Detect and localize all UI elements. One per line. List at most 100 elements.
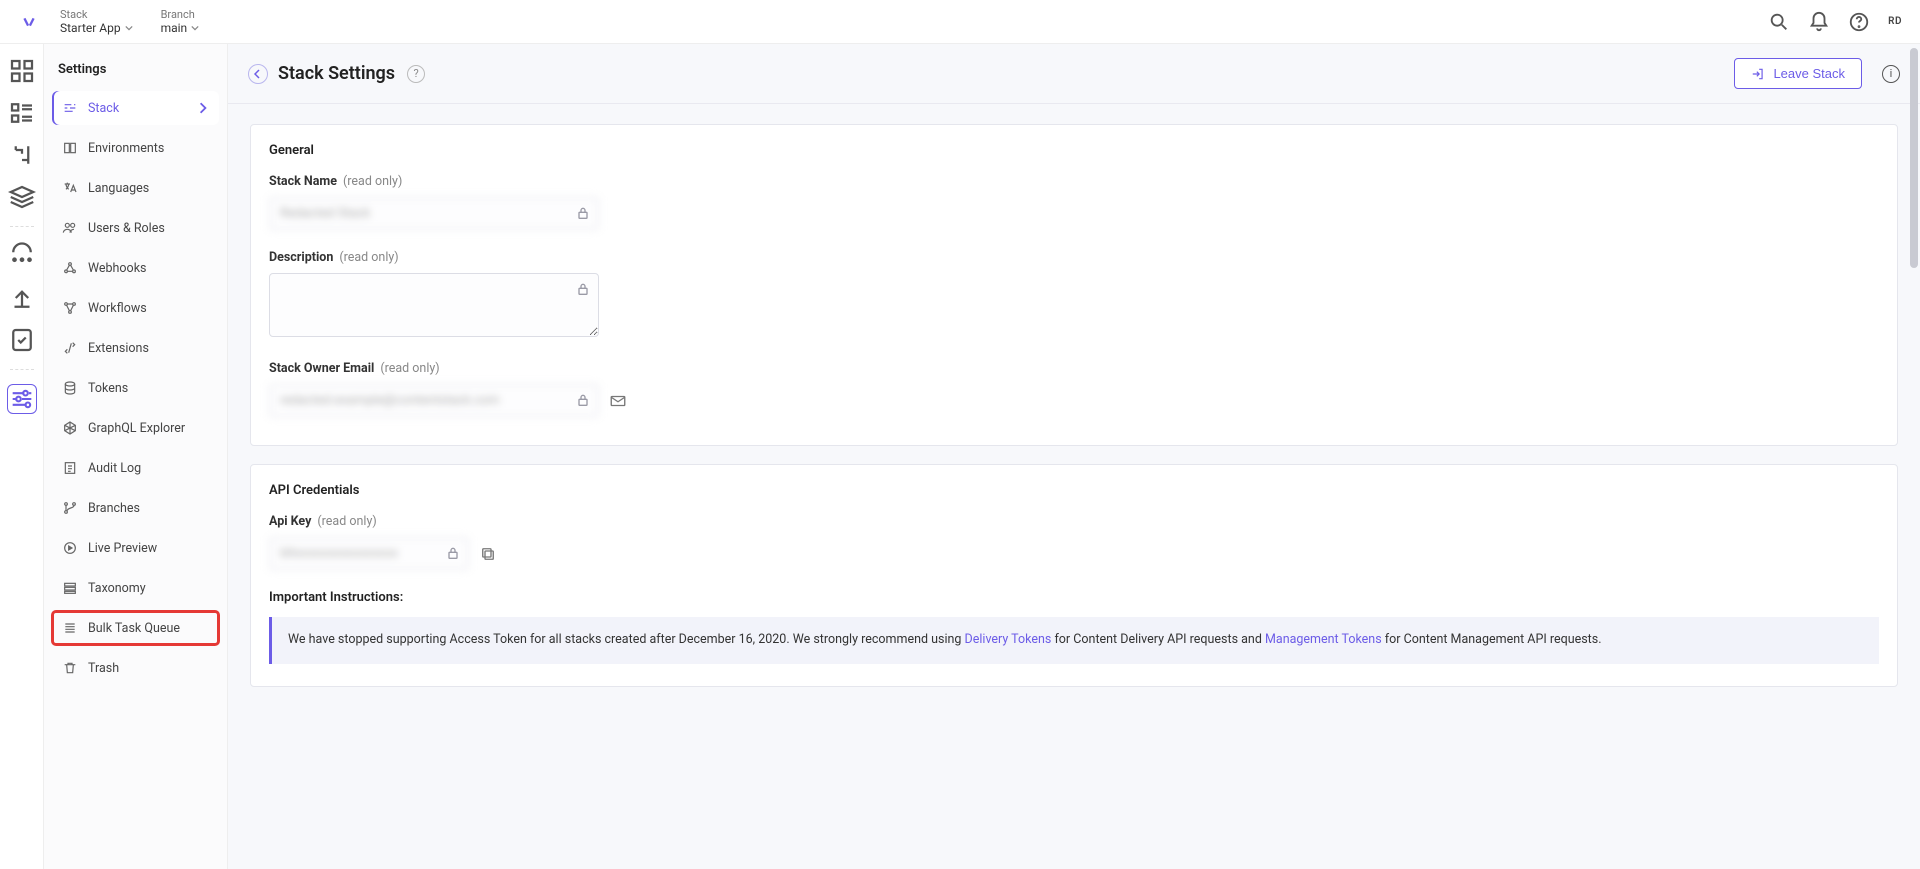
stack-icon bbox=[62, 100, 78, 116]
workflows-icon bbox=[62, 300, 78, 316]
copy-icon[interactable] bbox=[479, 545, 497, 563]
bulk-task-icon bbox=[62, 620, 78, 636]
trash-icon bbox=[62, 660, 78, 676]
help-icon[interactable] bbox=[1848, 11, 1870, 33]
sidebar-item-graphql[interactable]: GraphQL Explorer bbox=[52, 411, 219, 445]
scrollbar-thumb[interactable] bbox=[1910, 48, 1918, 268]
sidebar-item-label: Users & Roles bbox=[88, 221, 165, 236]
logo-icon[interactable] bbox=[18, 11, 40, 33]
rail-model-icon[interactable] bbox=[7, 140, 37, 170]
branch-value: main bbox=[161, 21, 188, 35]
webhooks-icon bbox=[62, 260, 78, 276]
rail-dashboard-icon[interactable] bbox=[7, 56, 37, 86]
sidebar-item-label: Audit Log bbox=[88, 461, 141, 476]
sidebar-item-label: Tokens bbox=[88, 381, 128, 396]
rail-tasks-icon[interactable] bbox=[7, 325, 37, 355]
readonly-tag: (read only) bbox=[339, 250, 398, 265]
readonly-tag: (read only) bbox=[380, 361, 439, 376]
description-input bbox=[269, 273, 599, 337]
sidebar-item-label: Stack bbox=[88, 101, 119, 116]
graphql-icon bbox=[62, 420, 78, 436]
sidebar-item-stack[interactable]: Stack bbox=[52, 91, 219, 125]
note-text-1: We have stopped supporting Access Token … bbox=[288, 632, 965, 647]
owner-email-label: Stack Owner Email bbox=[269, 361, 374, 376]
bell-icon[interactable] bbox=[1808, 11, 1830, 33]
instructions-title: Important Instructions: bbox=[255, 590, 1893, 617]
users-icon bbox=[62, 220, 78, 236]
sidebar-item-taxonomy[interactable]: Taxonomy bbox=[52, 571, 219, 605]
mail-icon[interactable] bbox=[609, 392, 627, 410]
branch-selector[interactable]: Branch main bbox=[161, 8, 200, 36]
sidebar-item-environments[interactable]: Environments bbox=[52, 131, 219, 165]
sidebar-item-label: Workflows bbox=[88, 301, 147, 316]
sidebar-item-label: Languages bbox=[88, 181, 149, 196]
stack-selector[interactable]: Stack Starter App bbox=[60, 8, 133, 36]
settings-sidebar: Settings Stack Environments Languages Us… bbox=[44, 44, 228, 869]
rail-settings-icon[interactable] bbox=[7, 384, 37, 414]
stack-name-input bbox=[269, 197, 599, 230]
leave-stack-button[interactable]: Leave Stack bbox=[1734, 58, 1862, 89]
owner-email-input bbox=[269, 384, 599, 417]
sidebar-item-label: Trash bbox=[88, 661, 119, 676]
api-key-input bbox=[269, 537, 469, 570]
chevron-down-icon bbox=[125, 24, 133, 32]
leave-stack-label: Leave Stack bbox=[1773, 66, 1845, 81]
main-area: Stack Settings ? Leave Stack i General S… bbox=[228, 44, 1920, 869]
languages-icon bbox=[62, 180, 78, 196]
sidebar-item-trash[interactable]: Trash bbox=[52, 651, 219, 685]
sidebar-item-label: Environments bbox=[88, 141, 164, 156]
api-key-label: Api Key bbox=[269, 514, 311, 529]
content-scroll[interactable]: General Stack Name(read only) Descriptio… bbox=[228, 104, 1920, 869]
audit-icon bbox=[62, 460, 78, 476]
back-button[interactable] bbox=[248, 64, 268, 84]
scrollbar-track bbox=[1908, 44, 1918, 869]
delivery-tokens-link[interactable]: Delivery Tokens bbox=[965, 632, 1052, 647]
sidebar-item-label: Webhooks bbox=[88, 261, 146, 276]
sidebar-item-workflows[interactable]: Workflows bbox=[52, 291, 219, 325]
stack-label: Stack bbox=[60, 8, 133, 21]
branches-icon bbox=[62, 500, 78, 516]
left-rail bbox=[0, 44, 44, 869]
sidebar-item-extensions[interactable]: Extensions bbox=[52, 331, 219, 365]
api-title: API Credentials bbox=[255, 483, 1893, 514]
extensions-icon bbox=[62, 340, 78, 356]
rail-entries-icon[interactable] bbox=[7, 98, 37, 128]
lock-icon bbox=[575, 281, 591, 297]
page-title: Stack Settings bbox=[278, 63, 395, 84]
readonly-tag: (read only) bbox=[343, 174, 402, 189]
rail-releases-icon[interactable] bbox=[7, 241, 37, 271]
settings-title: Settings bbox=[44, 44, 227, 91]
environments-icon bbox=[62, 140, 78, 156]
main-header: Stack Settings ? Leave Stack i bbox=[228, 44, 1920, 104]
description-label: Description bbox=[269, 250, 333, 265]
sidebar-item-bulk-task-queue[interactable]: Bulk Task Queue bbox=[52, 611, 219, 645]
sidebar-item-webhooks[interactable]: Webhooks bbox=[52, 251, 219, 285]
general-card: General Stack Name(read only) Descriptio… bbox=[250, 124, 1898, 446]
sidebar-item-audit-log[interactable]: Audit Log bbox=[52, 451, 219, 485]
sidebar-item-live-preview[interactable]: Live Preview bbox=[52, 531, 219, 565]
avatar[interactable]: RD bbox=[1888, 16, 1902, 27]
rail-publish-icon[interactable] bbox=[7, 283, 37, 313]
info-icon[interactable]: i bbox=[1882, 65, 1900, 83]
chevron-down-icon bbox=[191, 24, 199, 32]
tokens-icon bbox=[62, 380, 78, 396]
page-help-icon[interactable]: ? bbox=[407, 65, 425, 83]
rail-assets-icon[interactable] bbox=[7, 182, 37, 212]
sidebar-item-label: Bulk Task Queue bbox=[88, 621, 180, 636]
lock-icon bbox=[575, 392, 591, 408]
sidebar-item-tokens[interactable]: Tokens bbox=[52, 371, 219, 405]
chevron-right-icon bbox=[197, 102, 209, 114]
management-tokens-link[interactable]: Management Tokens bbox=[1265, 632, 1382, 647]
lock-icon bbox=[575, 205, 591, 221]
api-card: API Credentials Api Key (read only) Impor… bbox=[250, 464, 1898, 687]
branch-label: Branch bbox=[161, 8, 200, 21]
general-title: General bbox=[255, 143, 1893, 174]
sidebar-item-branches[interactable]: Branches bbox=[52, 491, 219, 525]
sidebar-item-label: Taxonomy bbox=[88, 581, 146, 596]
search-icon[interactable] bbox=[1768, 11, 1790, 33]
readonly-tag: (read only) bbox=[317, 514, 376, 529]
lock-icon bbox=[445, 545, 461, 561]
sidebar-item-languages[interactable]: Languages bbox=[52, 171, 219, 205]
sidebar-item-label: GraphQL Explorer bbox=[88, 421, 185, 436]
sidebar-item-users-roles[interactable]: Users & Roles bbox=[52, 211, 219, 245]
